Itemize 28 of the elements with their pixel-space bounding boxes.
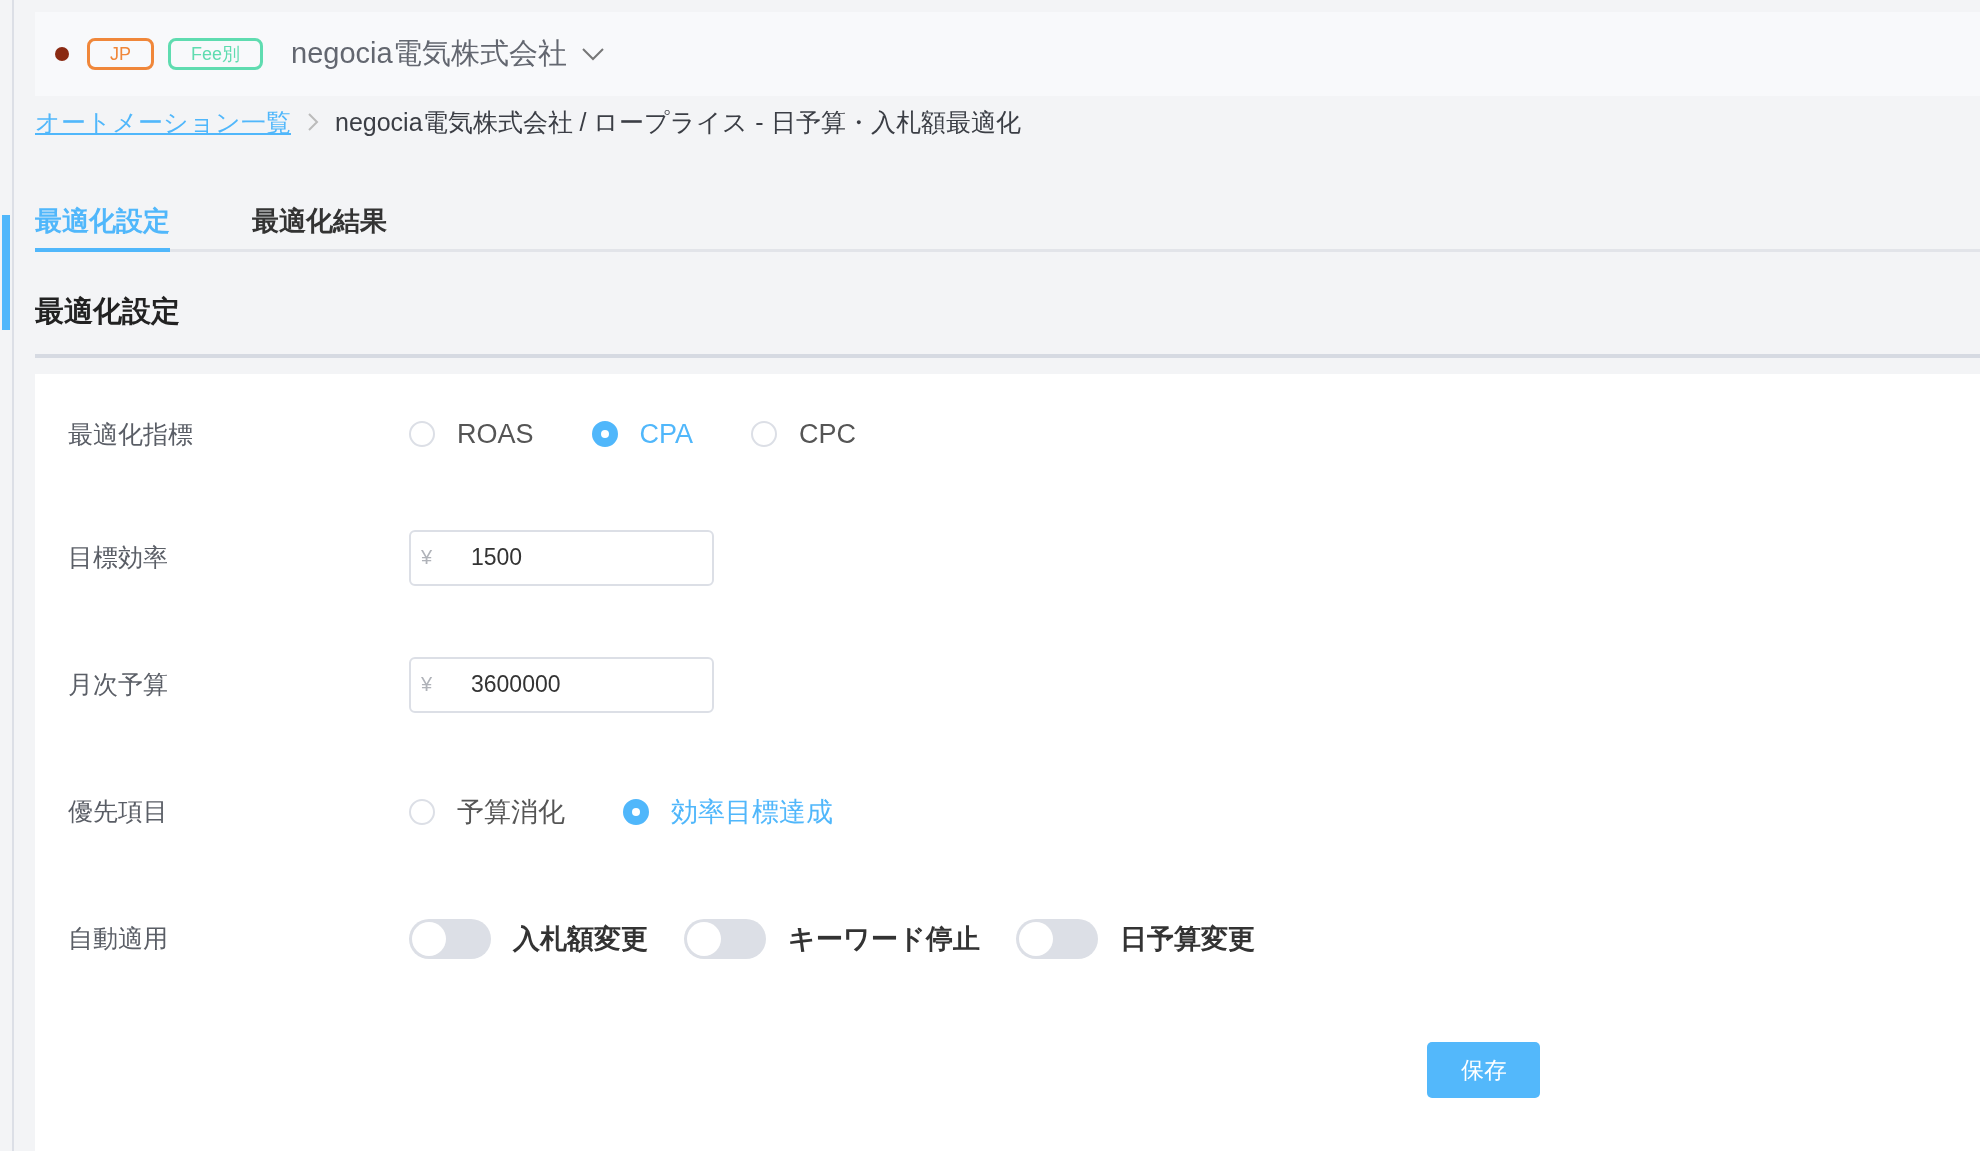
field-label: 目標効率 bbox=[68, 542, 169, 573]
field-label: 最適化指標 bbox=[68, 418, 194, 450]
currency-prefix: ¥ bbox=[421, 672, 433, 696]
tag: JP bbox=[87, 38, 154, 70]
toggle-switch[interactable] bbox=[409, 918, 491, 959]
status-dot-icon bbox=[55, 47, 69, 61]
toggle-option[interactable]: キーワード停止 bbox=[684, 918, 980, 959]
radio-option[interactable]: 予算消化 bbox=[409, 793, 565, 830]
currency-prefix: ¥ bbox=[421, 545, 433, 569]
chevron-right-icon bbox=[307, 112, 319, 132]
toggle-option[interactable]: 入札額変更 bbox=[409, 918, 648, 959]
breadcrumb-current: negocia電気株式会社 / ロープライス - 日予算・入札額最適化 bbox=[335, 106, 1021, 138]
tag: Fee別 bbox=[168, 38, 264, 70]
section-title: 最適化設定 bbox=[35, 252, 1980, 358]
field-label: 自動適用 bbox=[68, 923, 169, 954]
radio-option[interactable]: CPC bbox=[751, 418, 857, 450]
toggle-label: キーワード停止 bbox=[788, 922, 980, 956]
tab[interactable]: 最適化結果 bbox=[252, 176, 387, 252]
toggle-option[interactable]: 日予算変更 bbox=[1016, 918, 1255, 959]
account-name[interactable]: negocia電気株式会社 bbox=[291, 34, 567, 74]
field-label: 優先項目 bbox=[68, 796, 169, 827]
toggle-switch[interactable] bbox=[684, 918, 766, 959]
field-label: 月次予算 bbox=[68, 669, 169, 700]
radio-option[interactable]: ROAS bbox=[409, 418, 534, 450]
toggle-label: 日予算変更 bbox=[1120, 922, 1255, 956]
toggle-label: 入札額変更 bbox=[513, 922, 648, 956]
toggle-switch[interactable] bbox=[1016, 918, 1098, 959]
chevron-down-icon[interactable] bbox=[580, 47, 605, 61]
